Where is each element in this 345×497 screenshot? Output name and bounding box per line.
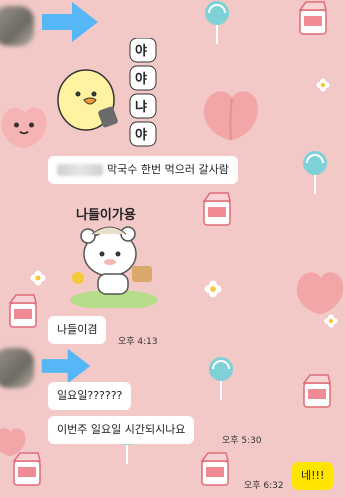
message-text: 일요일?????? [57, 389, 123, 402]
flower-icon [204, 280, 222, 298]
lollipop-icon [209, 357, 233, 400]
my-message-bubble[interactable]: 네!!! [292, 462, 334, 490]
message-bubble[interactable]: 막국수 한번 먹으러 갈사람 [48, 156, 238, 184]
milk-carton-icon [12, 452, 41, 486]
lollipop-icon [303, 151, 327, 194]
flower-icon [324, 314, 338, 328]
sticker-label: 야 [135, 127, 147, 143]
peach-icon [1, 107, 47, 149]
sticker-label: 야 [135, 71, 147, 87]
milk-carton-icon [298, 1, 327, 35]
bear-sticker[interactable] [66, 218, 162, 308]
blurred-name [57, 164, 103, 176]
peach-icon [296, 272, 344, 314]
message-bubble[interactable]: 일요일?????? [48, 382, 132, 410]
arrow-icon [41, 348, 91, 384]
milk-carton-icon [8, 294, 37, 328]
milk-carton-icon [200, 452, 229, 486]
message-time: 오후 6:32 [244, 481, 284, 491]
message-text: 네!!! [301, 469, 325, 482]
duck-sticker[interactable]: 야 야 냐 야 [56, 38, 166, 148]
flower-icon [30, 270, 46, 286]
avatar[interactable] [0, 6, 34, 46]
sticker-label: 야 [135, 43, 147, 59]
message-text: 막국수 한번 먹으러 갈사람 [107, 163, 229, 176]
sticker-label: 냐 [135, 99, 147, 115]
peach-icon [204, 91, 259, 141]
message-text: 나들이겸 [57, 323, 98, 336]
avatar[interactable] [0, 348, 34, 388]
milk-carton-icon [202, 192, 231, 226]
lollipop-icon [205, 1, 229, 44]
milk-carton-icon [302, 374, 331, 408]
message-time: 오후 4:13 [118, 337, 158, 347]
message-bubble[interactable]: 나들이겸 [48, 316, 107, 344]
flower-icon [316, 78, 330, 92]
message-time: 오후 5:30 [222, 436, 262, 446]
message-text: 이번주 일요일 시간되시나요 [57, 423, 186, 436]
message-bubble[interactable]: 이번주 일요일 시간되시나요 [48, 416, 195, 444]
